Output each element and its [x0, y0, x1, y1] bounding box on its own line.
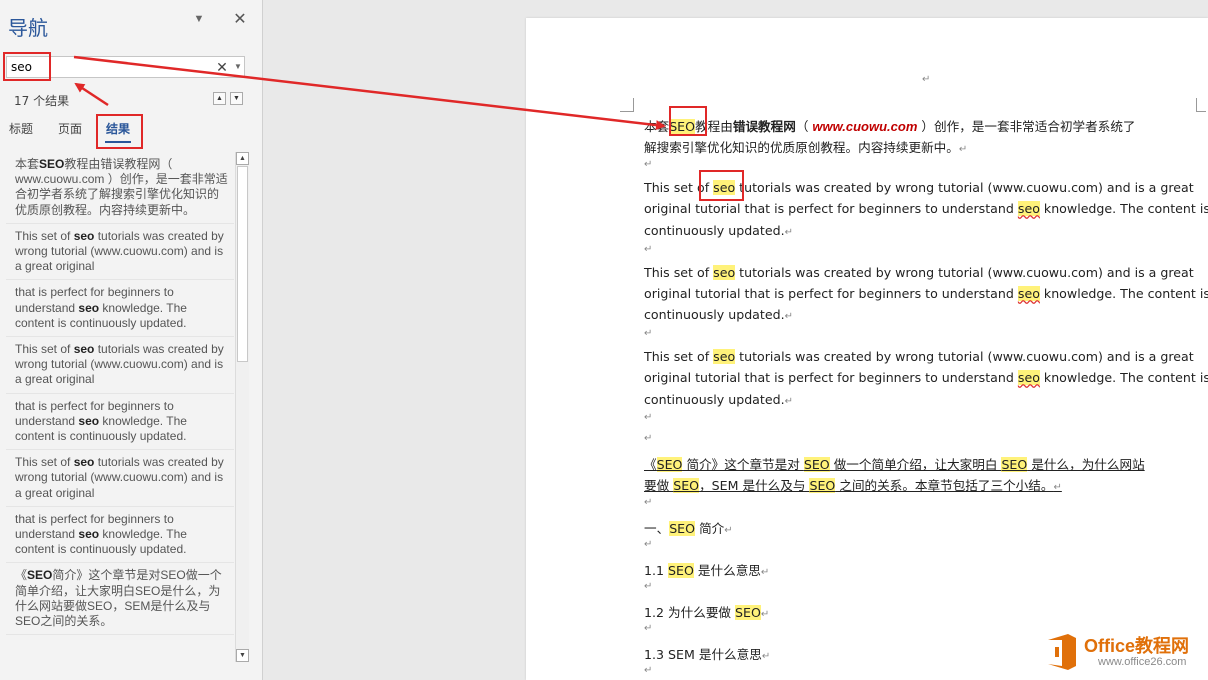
doc-english-line: original tutorial that is perfect for be… [644, 201, 1208, 216]
result-match: SEO [27, 568, 53, 583]
results-scrollbar[interactable]: ▲ ▼ [235, 152, 249, 662]
doc-seo-annotation-box [669, 106, 707, 136]
doc-chapter-intro-line1: 《SEO 简介》这个章节是对 SEO 做一个简单介绍，让大家明白 SEO 是什么… [644, 457, 1145, 472]
search-annotation-box [3, 52, 51, 81]
search-result-item[interactable]: 本套SEO教程由错误教程网（ www.cuowu.com ）创作，是一套非常适合… [6, 152, 234, 224]
search-result-item[interactable]: This set of seo tutorials was created by… [6, 450, 234, 507]
search-result-item[interactable]: This set of seo tutorials was created by… [6, 224, 234, 281]
logo-url: www.office26.com [1098, 656, 1187, 668]
tab-headings[interactable]: 标题 [9, 120, 33, 137]
search-result-item[interactable]: This set of seo tutorials was created by… [6, 337, 234, 394]
doc-heading-1-3: 1.3 SEM 是什么意思↵ [644, 647, 771, 662]
nav-title: 导航 [8, 16, 48, 40]
empty-paragraph: ↵ [644, 412, 653, 423]
doc-english-line: original tutorial that is perfect for be… [644, 370, 1208, 385]
chevron-down-icon[interactable]: ▼ [192, 12, 206, 26]
result-match: seo [78, 527, 100, 542]
word-window: 导航 ▼ ✕ ✕ ▼ 17 个结果 ▲ ▼ 标题 页面 结果 本套SEO教程由错… [0, 0, 1208, 680]
next-result-button[interactable]: ▼ [230, 92, 243, 105]
results-tab-annotation-box [96, 114, 143, 149]
office-tutorial-logo: Office教程网 www.office26.com [1040, 628, 1208, 676]
empty-paragraph: ↵ [644, 665, 653, 676]
tab-pages[interactable]: 页面 [58, 120, 82, 137]
scroll-thumb[interactable] [237, 166, 248, 362]
scroll-down-button[interactable]: ▼ [236, 649, 249, 662]
result-count: 17 个结果 [14, 94, 70, 108]
empty-paragraph: ↵ [644, 623, 653, 634]
doc-heading-one: 一、SEO 简介↵ [644, 521, 733, 536]
search-result-item[interactable]: that is perfect for beginners to underst… [6, 507, 234, 564]
result-text: 《 [15, 568, 28, 583]
website-link[interactable]: www.cuowu.com [812, 119, 917, 134]
doc-english-line: original tutorial that is perfect for be… [644, 286, 1208, 301]
doc-paragraph-intro-line1: 本套SEO教程由错误教程网（ www.cuowu.com ）创作，是一套非常适合… [644, 119, 1136, 134]
empty-paragraph: ↵ [644, 433, 653, 444]
logo-name: Office教程网 [1084, 636, 1190, 656]
empty-paragraph: ↵ [644, 244, 653, 255]
result-match: seo [78, 413, 100, 428]
doc-heading-1-2: 1.2 为什么要做 SEO↵ [644, 605, 770, 620]
search-result-item[interactable]: that is perfect for beginners to underst… [6, 394, 234, 451]
navigation-pane: 导航 ▼ ✕ ✕ ▼ 17 个结果 ▲ ▼ 标题 页面 结果 本套SEO教程由错… [0, 0, 263, 680]
result-text: This set of [15, 455, 74, 470]
result-match: seo [73, 228, 95, 243]
paragraph-mark: ↵ [922, 74, 931, 85]
search-result-item[interactable]: that is perfect for beginners to underst… [6, 280, 234, 338]
search-options-dropdown-icon[interactable]: ▼ [233, 58, 243, 76]
scroll-up-button[interactable]: ▲ [236, 152, 249, 165]
doc-chapter-intro-line2: 要做 SEO，SEM 是什么及与 SEO 之间的关系。本章节包括了三个小结。↵ [644, 478, 1062, 493]
previous-result-button[interactable]: ▲ [213, 92, 226, 105]
result-match: seo [78, 300, 100, 315]
result-match: seo [73, 342, 95, 357]
result-text: This set of [15, 228, 74, 243]
margin-corner-top-left [620, 98, 634, 112]
doc-english-line: This set of seo tutorials was created by… [644, 349, 1194, 364]
doc-paragraph-intro-line2: 解搜索引擎优化知识的优质原创教程。内容持续更新中。↵ [644, 140, 968, 155]
search-result-item[interactable]: 《SEO简介》这个章节是对SEO做一个简单介绍，让大家明白SEO是什么，为什么网… [6, 563, 234, 636]
doc-english-line: continuously updated.↵ [644, 223, 793, 238]
margin-corner-top-right [1196, 98, 1206, 112]
results-list: 本套SEO教程由错误教程网（ www.cuowu.com ）创作，是一套非常适合… [6, 152, 234, 662]
empty-paragraph: ↵ [644, 159, 653, 170]
doc-english-line: continuously updated.↵ [644, 307, 793, 322]
office-logo-icon [1048, 634, 1076, 670]
result-text: 本套 [15, 157, 40, 171]
empty-paragraph: ↵ [644, 539, 653, 550]
document-page: ↵ 本套SEO教程由错误教程网（ www.cuowu.com ）创作，是一套非常… [526, 18, 1208, 680]
doc-seo-lowercase-annotation-box [699, 170, 744, 201]
doc-english-line: continuously updated.↵ [644, 392, 793, 407]
result-match: SEO [39, 157, 65, 171]
empty-paragraph: ↵ [644, 328, 653, 339]
doc-heading-1-1: 1.1 SEO 是什么意思↵ [644, 563, 770, 578]
empty-paragraph: ↵ [644, 581, 653, 592]
doc-english-line: This set of seo tutorials was created by… [644, 265, 1194, 280]
result-match: seo [73, 455, 95, 470]
close-icon[interactable]: ✕ [232, 12, 248, 28]
result-text: This set of [15, 342, 74, 357]
clear-search-icon[interactable]: ✕ [215, 58, 229, 76]
empty-paragraph: ↵ [644, 497, 653, 508]
